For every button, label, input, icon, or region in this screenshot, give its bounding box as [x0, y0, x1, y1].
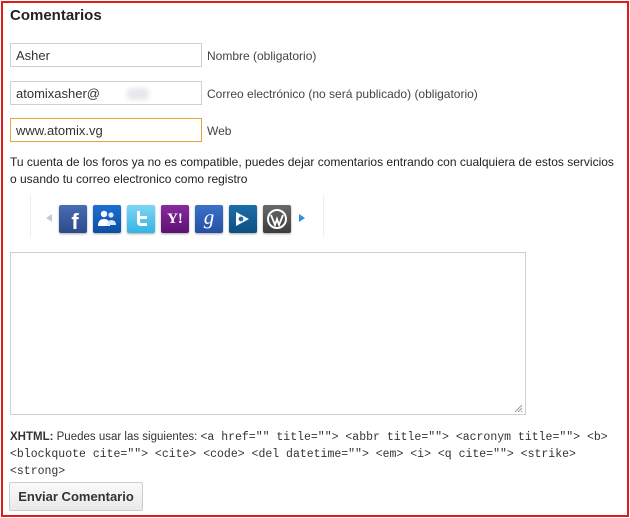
web-input[interactable] [10, 118, 202, 142]
twitter-icon[interactable] [127, 205, 155, 233]
email-redacted-blur [127, 88, 149, 100]
yahoo-icon[interactable]: Y! [161, 205, 189, 233]
scroll-right-arrow-icon[interactable] [299, 214, 305, 222]
submit-comment-button[interactable]: Enviar Comentario [9, 482, 143, 511]
section-title: Comentarios [10, 7, 102, 24]
name-input[interactable] [10, 43, 202, 67]
twitter-glyph [137, 211, 147, 226]
login-notice: Tu cuenta de los foros ya no es compatib… [10, 155, 614, 186]
google-glyph: g [203, 205, 215, 229]
comment-textarea[interactable] [10, 252, 526, 415]
google-icon[interactable]: g [195, 205, 223, 233]
xhtml-allowed-tags: XHTML: Puedes usar las siguientes: <a hr… [10, 429, 616, 480]
email-input[interactable] [10, 81, 202, 105]
gigya-icon[interactable] [229, 205, 257, 233]
wordpress-glyph [267, 209, 287, 229]
messenger-icon[interactable] [93, 205, 121, 233]
facebook-icon[interactable]: f [59, 205, 87, 233]
yahoo-glyph: Y! [167, 210, 183, 227]
xhtml-label: XHTML: [10, 431, 54, 443]
email-label: Correo electrónico (no será publicado) (… [207, 87, 478, 101]
web-label: Web [207, 124, 232, 138]
resize-grip-icon[interactable] [513, 403, 523, 413]
scroll-left-arrow-icon[interactable] [46, 214, 52, 222]
name-label: Nombre (obligatorio) [207, 49, 317, 63]
facebook-glyph: f [71, 209, 79, 233]
xhtml-text: Puedes usar las siguientes: [56, 431, 198, 443]
wordpress-icon[interactable] [263, 205, 291, 233]
messenger-glyph [98, 210, 116, 226]
gigya-glyph [236, 212, 249, 226]
